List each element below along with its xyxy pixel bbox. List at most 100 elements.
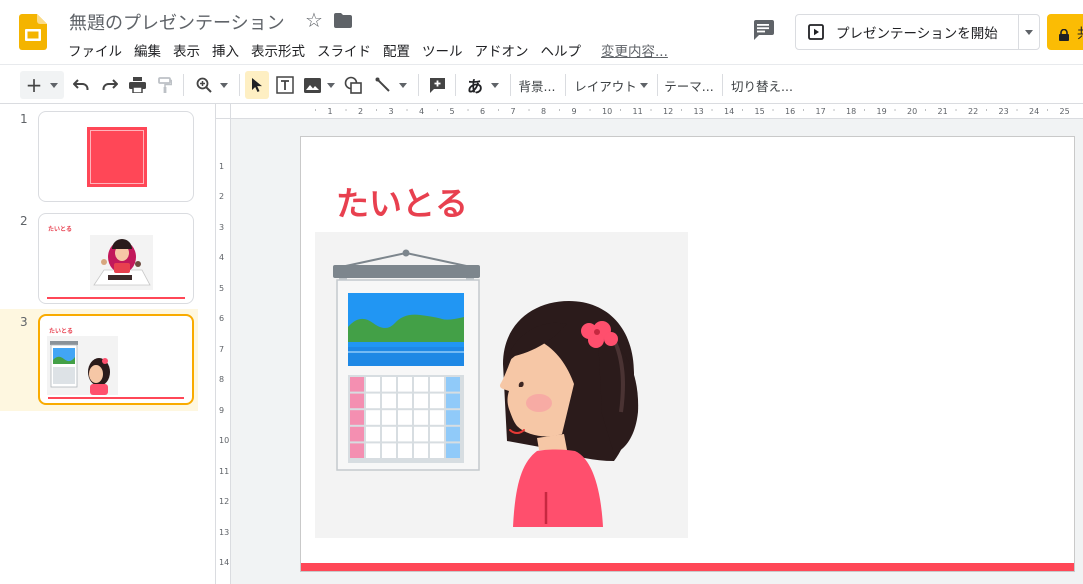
document-title[interactable]: 無題のプレゼンテーション: [69, 9, 285, 35]
slide-thumbnail[interactable]: たいとる: [38, 314, 194, 405]
new-slide-button[interactable]: +: [20, 71, 64, 99]
menu-tools[interactable]: ツール: [416, 38, 469, 62]
transition-button[interactable]: 切り替え...: [729, 71, 795, 99]
calendar-cell: [382, 426, 396, 442]
input-tools-button[interactable]: あ: [463, 71, 503, 99]
menu-insert[interactable]: 挿入: [206, 38, 245, 62]
ruler-dot: ·: [497, 106, 500, 115]
ruler-dot: ·: [863, 106, 866, 115]
calendar-cell: [398, 393, 412, 409]
ruler-dot: ·: [466, 106, 470, 115]
ruler-label: 8: [541, 107, 547, 116]
menu-arrange[interactable]: 配置: [377, 38, 416, 62]
calendar-cell: [350, 410, 364, 425]
insert-image-button[interactable]: [302, 71, 336, 99]
background-label: 背景...: [518, 78, 556, 94]
ruler-label: 13: [219, 527, 230, 537]
print-icon: [128, 77, 146, 93]
present-button-group: プレゼンテーションを開始: [795, 14, 1040, 50]
shape-button[interactable]: [342, 71, 364, 99]
filmstrip-slide-3[interactable]: 3 たいとる: [0, 309, 198, 411]
filmstrip-slide-1[interactable]: 1: [0, 106, 198, 208]
thumbnail-red-square: [87, 127, 147, 187]
slide-filmstrip: 1 2 たいとる 3 たいとる: [0, 104, 216, 584]
present-dropdown-button[interactable]: [1018, 15, 1039, 49]
theme-button[interactable]: テーマ...: [663, 71, 715, 99]
insert-comment-button[interactable]: [425, 71, 449, 99]
menu-slide[interactable]: スライド: [311, 38, 377, 62]
line-button[interactable]: [372, 71, 410, 99]
add-comment-icon: [429, 77, 445, 93]
menu-format[interactable]: 表示形式: [245, 38, 311, 62]
menu-file[interactable]: ファイル: [62, 38, 128, 62]
ruler-dot: ·: [771, 106, 775, 115]
ruler-dot: ·: [527, 106, 531, 115]
calendar-cell: [430, 426, 444, 442]
vertical-ruler[interactable]: 1 2 3 4 5 6 7 8 9 10 11 12 13 14: [216, 119, 231, 584]
ruler-label: 10: [602, 107, 613, 116]
print-button[interactable]: [126, 71, 148, 99]
zoom-button[interactable]: [192, 71, 232, 99]
menu-view[interactable]: 表示: [167, 38, 206, 62]
ruler-label: 2: [219, 192, 225, 201]
image-icon: [303, 77, 321, 93]
cursor-icon: [252, 78, 262, 92]
calendar-cell: [446, 410, 460, 425]
filmstrip-slide-2[interactable]: 2 たいとる: [0, 208, 198, 310]
ruler-label: 18: [846, 107, 857, 116]
calendar-cell: [430, 377, 444, 392]
horizontal-ruler[interactable]: 1 · 2 · 3 · 4 · 5 · 6 · 7 · 8 · 9 · 10 · 11 · 12 · 13 · 14 · 15 · 16 · 1…: [231, 104, 1083, 119]
chevron-down-icon: [491, 82, 499, 88]
slide-thumbnail[interactable]: [38, 111, 194, 202]
ruler-label: 12: [663, 107, 674, 116]
chevron-down-icon: [639, 82, 648, 88]
thumbnail-title: たいとる: [48, 226, 73, 233]
text-box-button[interactable]: [273, 71, 297, 99]
folder-icon[interactable]: [334, 13, 352, 28]
ruler-label: 11: [219, 466, 230, 476]
present-button[interactable]: プレゼンテーションを開始: [796, 15, 1018, 49]
slide-canvas: 1 · 2 · 3 · 4 · 5 · 6 · 7 · 8 · 9 · 10 · 11 · 12 · 13 · 14 · 15 · 16 · 1…: [216, 104, 1083, 584]
ruler-label: 14: [724, 107, 735, 116]
slide-illustration[interactable]: [315, 232, 688, 538]
menu-help[interactable]: ヘルプ: [535, 38, 588, 62]
menu-bar: ファイル 編集 表示 挿入 表示形式 スライド 配置 ツール アドオン ヘルプ …: [62, 38, 674, 62]
ruler-label: 16: [785, 107, 796, 116]
calendar-cell: [446, 377, 460, 392]
ruler-dot: ·: [985, 106, 988, 115]
comment-icon[interactable]: [752, 20, 774, 40]
share-button[interactable]: 共有: [1047, 14, 1083, 50]
current-slide[interactable]: たいとる: [300, 136, 1075, 572]
chevron-down-icon: [50, 82, 59, 88]
calendar-cell: [446, 443, 460, 458]
slides-logo-icon[interactable]: [19, 14, 47, 50]
ruler-dot: ·: [802, 106, 805, 115]
menu-edit[interactable]: 編集: [128, 38, 167, 62]
chevron-down-icon: [326, 82, 335, 88]
ruler-label: 6: [480, 107, 486, 116]
app-header: 無題のプレゼンテーション ☆ ファイル 編集 表示 挿入 表示形式 スライド 配…: [0, 0, 1083, 64]
ruler-label: 23: [998, 107, 1009, 116]
paint-format-button[interactable]: [154, 71, 176, 99]
menu-addons[interactable]: アドオン: [469, 38, 535, 62]
last-edit-link[interactable]: 変更内容...: [595, 38, 674, 62]
slide-title[interactable]: たいとる: [336, 177, 468, 225]
ruler-label: 3: [388, 107, 394, 116]
slide-number: 3: [20, 315, 28, 329]
background-button[interactable]: 背景...: [516, 71, 558, 99]
calendar-cell: [398, 443, 412, 458]
calendar-cell: [398, 410, 412, 425]
redo-icon: [102, 79, 118, 90]
calendar-cell: [430, 393, 444, 409]
ruler-dot: ·: [710, 106, 714, 115]
ruler-label: 5: [219, 283, 225, 293]
star-icon[interactable]: ☆: [305, 8, 323, 32]
slide-thumbnail[interactable]: たいとる: [38, 213, 194, 304]
ruler-label: 19: [876, 107, 887, 116]
select-tool-button[interactable]: [245, 71, 269, 99]
ruler-label: 3: [219, 222, 225, 232]
layout-button[interactable]: レイアウト: [572, 71, 650, 99]
toolbar-divider: [239, 74, 240, 96]
redo-button[interactable]: [99, 71, 121, 99]
undo-button[interactable]: [70, 71, 92, 99]
